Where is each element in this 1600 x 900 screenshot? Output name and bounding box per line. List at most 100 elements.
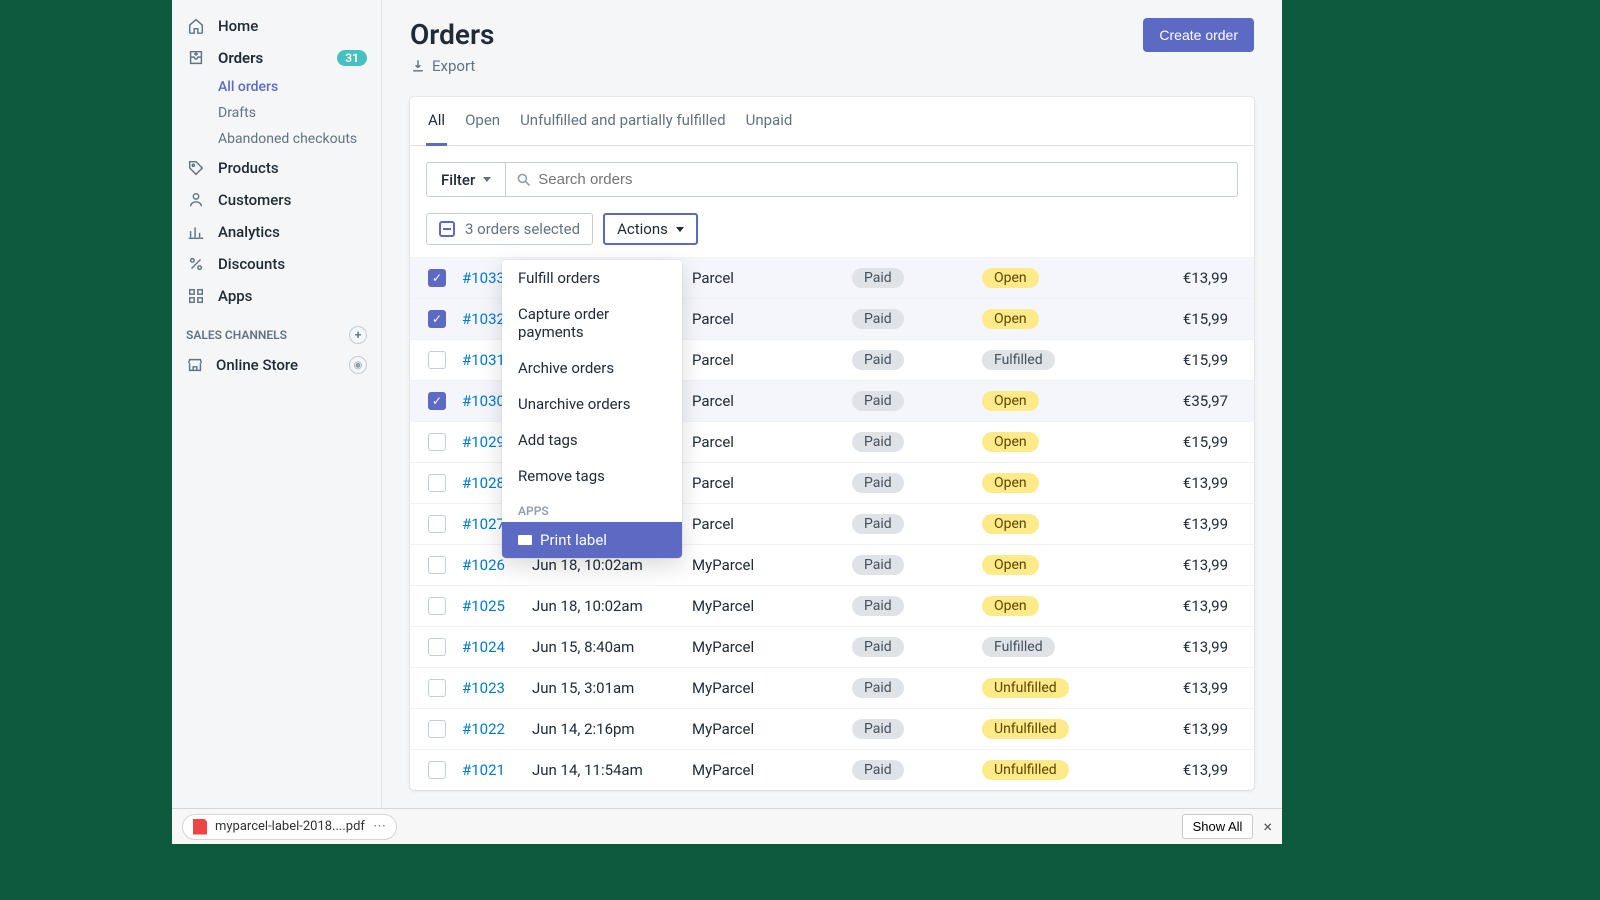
tag-icon (186, 158, 206, 178)
row-checkbox[interactable] (428, 638, 446, 656)
chevron-down-icon (676, 227, 684, 232)
add-channel-icon[interactable]: + (349, 326, 367, 344)
row-checkbox[interactable] (428, 433, 446, 451)
export-link[interactable]: Export (410, 57, 494, 75)
row-checkbox[interactable] (428, 761, 446, 779)
row-checkbox[interactable] (428, 679, 446, 697)
order-customer: Parcel (692, 474, 852, 492)
fulfillment-status: Fulfilled (982, 637, 1112, 657)
sidebar: Home Orders 31 All orders Drafts Abandon… (172, 0, 382, 822)
order-customer: Parcel (692, 310, 852, 328)
order-id-link[interactable]: #1025 (462, 597, 532, 615)
order-total: €13,99 (1112, 269, 1248, 287)
order-id-link[interactable]: #1024 (462, 638, 532, 656)
download-bar: myparcel-label-2018....pdf ⋯ Show All × (172, 808, 1282, 844)
row-checkbox[interactable] (428, 515, 446, 533)
tabs: All Open Unfulfilled and partially fulfi… (410, 97, 1254, 146)
fulfillment-status: Open (982, 432, 1112, 452)
download-filename: myparcel-label-2018....pdf (215, 819, 365, 834)
search-wrapper (506, 162, 1238, 197)
order-customer: MyParcel (692, 556, 852, 574)
nav-orders[interactable]: Orders 31 (172, 42, 381, 74)
order-id-link[interactable]: #1026 (462, 556, 532, 574)
order-date: Jun 14, 11:54am (532, 761, 692, 779)
payment-status: Paid (852, 514, 982, 534)
nav-products[interactable]: Products (172, 152, 381, 184)
order-total: €15,99 (1112, 433, 1248, 451)
action-remove-tags[interactable]: Remove tags (502, 458, 682, 494)
order-total: €15,99 (1112, 351, 1248, 369)
action-unarchive[interactable]: Unarchive orders (502, 386, 682, 422)
nav-label: Orders (218, 49, 263, 67)
nav-online-store[interactable]: Online Store ◉ (172, 350, 381, 380)
order-id-link[interactable]: #1022 (462, 720, 532, 738)
nav-label: Analytics (218, 223, 280, 241)
row-checkbox[interactable] (428, 351, 446, 369)
nav-drafts[interactable]: Drafts (172, 100, 381, 126)
tab-unfulfilled[interactable]: Unfulfilled and partially fulfilled (518, 97, 728, 145)
order-customer: Parcel (692, 433, 852, 451)
fulfillment-status: Open (982, 555, 1112, 575)
table-row[interactable]: #1024Jun 15, 8:40amMyParcelPaidFulfilled… (410, 626, 1254, 667)
search-input[interactable] (532, 163, 1227, 196)
download-file-chip[interactable]: myparcel-label-2018....pdf ⋯ (182, 814, 397, 840)
filter-label: Filter (441, 171, 475, 189)
payment-status: Paid (852, 596, 982, 616)
order-total: €13,99 (1112, 556, 1248, 574)
action-capture[interactable]: Capture order payments (502, 296, 682, 350)
nav-discounts[interactable]: Discounts (172, 248, 381, 280)
tab-open[interactable]: Open (463, 97, 502, 145)
action-add-tags[interactable]: Add tags (502, 422, 682, 458)
action-fulfill[interactable]: Fulfill orders (502, 260, 682, 296)
payment-status: Paid (852, 268, 982, 288)
table-row[interactable]: #1021Jun 14, 11:54amMyParcelPaidUnfulfil… (410, 749, 1254, 790)
filter-button[interactable]: Filter (426, 162, 506, 197)
dropdown-section-apps: APPS (502, 494, 682, 522)
fulfillment-status: Fulfilled (982, 350, 1112, 370)
table-row[interactable]: #1022Jun 14, 2:16pmMyParcelPaidUnfulfill… (410, 708, 1254, 749)
table-row[interactable]: #1023Jun 15, 3:01amMyParcelPaidUnfulfill… (410, 667, 1254, 708)
order-total: €15,99 (1112, 310, 1248, 328)
actions-button[interactable]: Actions (603, 213, 698, 245)
actions-label: Actions (617, 220, 668, 238)
row-checkbox[interactable] (428, 474, 446, 492)
eye-icon[interactable]: ◉ (349, 356, 367, 374)
more-icon[interactable]: ⋯ (373, 819, 386, 834)
nav-customers[interactable]: Customers (172, 184, 381, 216)
order-customer: MyParcel (692, 761, 852, 779)
create-order-button[interactable]: Create order (1143, 18, 1254, 52)
row-checkbox[interactable] (428, 597, 446, 615)
row-checkbox[interactable] (428, 310, 446, 328)
order-customer: MyParcel (692, 679, 852, 697)
order-total: €13,99 (1112, 761, 1248, 779)
selection-indicator[interactable]: 3 orders selected (426, 213, 593, 245)
tab-all[interactable]: All (426, 97, 447, 146)
show-all-button[interactable]: Show All (1182, 814, 1254, 839)
payment-status: Paid (852, 719, 982, 739)
row-checkbox[interactable] (428, 392, 446, 410)
action-archive[interactable]: Archive orders (502, 350, 682, 386)
action-print-label[interactable]: Print label (502, 522, 682, 558)
payment-status: Paid (852, 637, 982, 657)
nav-analytics[interactable]: Analytics (172, 216, 381, 248)
row-checkbox[interactable] (428, 556, 446, 574)
close-icon[interactable]: × (1263, 817, 1272, 836)
nav-apps[interactable]: Apps (172, 280, 381, 312)
order-customer: Parcel (692, 515, 852, 533)
fulfillment-status: Open (982, 596, 1112, 616)
chart-icon (186, 222, 206, 242)
table-row[interactable]: #1025Jun 18, 10:02amMyParcelPaidOpen€13,… (410, 585, 1254, 626)
payment-status: Paid (852, 432, 982, 452)
main-content: Orders Export Create order All Open Unfu… (382, 0, 1282, 822)
percent-icon (186, 254, 206, 274)
row-checkbox[interactable] (428, 720, 446, 738)
tab-unpaid[interactable]: Unpaid (744, 97, 795, 145)
order-date: Jun 15, 8:40am (532, 638, 692, 656)
nav-all-orders[interactable]: All orders (172, 74, 381, 100)
nav-home[interactable]: Home (172, 10, 381, 42)
order-id-link[interactable]: #1021 (462, 761, 532, 779)
order-id-link[interactable]: #1023 (462, 679, 532, 697)
order-customer: Parcel (692, 351, 852, 369)
nav-abandoned[interactable]: Abandoned checkouts (172, 126, 381, 152)
row-checkbox[interactable] (428, 269, 446, 287)
